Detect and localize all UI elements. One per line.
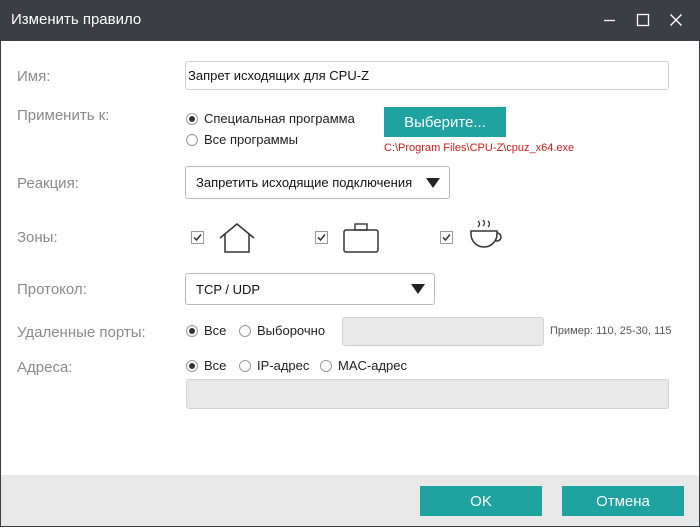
- title-bar: Изменить правило: [0, 0, 700, 41]
- checkmark-icon: [442, 234, 451, 242]
- address-input[interactable]: [186, 379, 669, 409]
- zones-label: Зоны:: [17, 229, 58, 246]
- briefcase-icon: [342, 221, 380, 254]
- radio-dot: [239, 359, 251, 372]
- radio-label: Специальная программа: [204, 111, 355, 126]
- checkmark-icon: [317, 234, 326, 242]
- protocol-label: Протокол:: [17, 281, 87, 298]
- program-path: C:\Program Files\CPU-Z\cpuz_x64.exe: [384, 142, 575, 154]
- radio-dot: [186, 133, 198, 146]
- radio-dot: [320, 359, 332, 372]
- maximize-icon: [636, 13, 650, 27]
- reaction-value: Запретить исходящие подключения: [196, 175, 413, 190]
- radio-label: Выборочно: [257, 323, 326, 338]
- close-icon: [670, 14, 682, 26]
- radio-label: Все программы: [204, 132, 298, 147]
- protocol-value: TCP / UDP: [196, 281, 261, 297]
- radio-label: IP-адрес: [257, 358, 310, 373]
- remote-ports-hint: Пример: 110, 25-30, 115: [550, 325, 672, 337]
- window-title: Изменить правило: [11, 11, 142, 28]
- ok-button[interactable]: OK: [420, 486, 542, 516]
- radio-dot: [239, 324, 251, 337]
- remote-ports-input[interactable]: [342, 317, 544, 346]
- address-all-radio[interactable]: Все: [186, 358, 226, 373]
- radio-label: Все: [204, 358, 227, 373]
- chevron-down-icon: [411, 284, 425, 294]
- maximize-button[interactable]: [631, 8, 655, 32]
- radio-label: MAC-адрес: [338, 358, 407, 373]
- close-button[interactable]: [664, 8, 688, 32]
- chevron-down-icon: [426, 177, 440, 188]
- minimize-button[interactable]: [598, 8, 622, 32]
- address-ip-radio[interactable]: IP-адрес: [239, 358, 309, 373]
- remote-ports-all-radio[interactable]: Все: [186, 323, 226, 338]
- zone-home-checkbox[interactable]: [191, 231, 204, 244]
- apply-all-programs-radio[interactable]: Все программы: [186, 132, 298, 147]
- minimize-icon: [604, 19, 615, 22]
- remote-ports-label: Удаленные порты:: [17, 324, 146, 341]
- radio-dot: [186, 359, 198, 372]
- name-label: Имя:: [17, 68, 51, 85]
- apply-to-label: Применить к:: [17, 107, 110, 124]
- protocol-dropdown[interactable]: TCP / UDP: [185, 273, 435, 305]
- name-input[interactable]: Запрет исходящих для CPU-Z: [185, 61, 669, 90]
- radio-dot: [186, 112, 198, 125]
- browse-button[interactable]: Выберите...: [384, 107, 506, 137]
- radio-dot: [186, 324, 198, 337]
- address-mac-radio[interactable]: MAC-адрес: [320, 358, 407, 373]
- zone-public-checkbox[interactable]: [440, 231, 453, 244]
- coffee-cup-icon: [466, 218, 506, 252]
- reaction-dropdown[interactable]: Запретить исходящие подключения: [185, 166, 450, 199]
- reaction-label: Реакция:: [17, 175, 79, 192]
- cancel-button[interactable]: Отмена: [562, 486, 684, 516]
- apply-specific-program-radio[interactable]: Специальная программа: [186, 111, 355, 126]
- zone-work-checkbox[interactable]: [315, 231, 328, 244]
- radio-label: Все: [204, 323, 227, 338]
- remote-ports-custom-radio[interactable]: Выборочно: [239, 323, 325, 338]
- addresses-label: Адреса:: [17, 359, 73, 376]
- home-icon: [218, 222, 256, 254]
- checkmark-icon: [193, 234, 202, 242]
